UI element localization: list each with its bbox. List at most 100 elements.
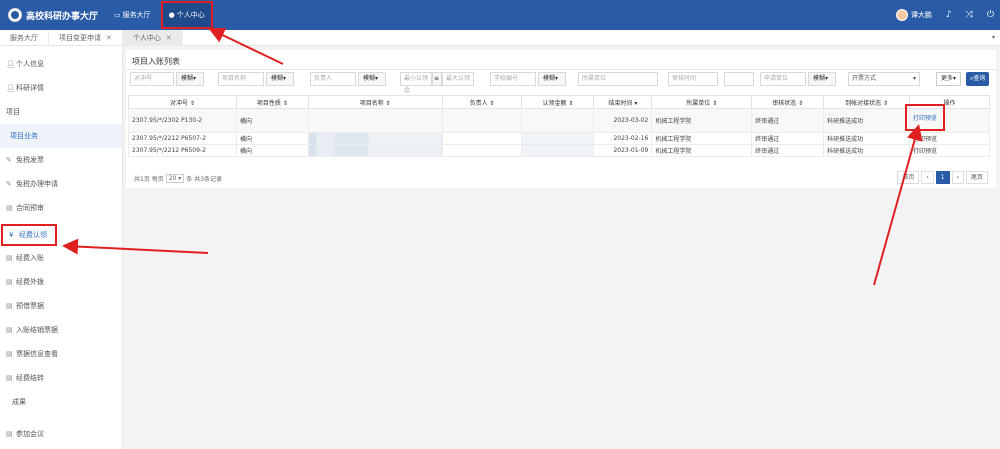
page-size-select[interactable]: 20 ▾ — [165, 174, 185, 183]
nav-personal-center[interactable]: ● 个人中心 — [160, 1, 213, 29]
nav-service-hall-label: 服务大厅 — [122, 11, 151, 19]
mode-label: 模糊 — [543, 75, 556, 82]
invoice-type-select[interactable]: 开票方式 ▾ — [848, 72, 920, 86]
project-name-input[interactable]: 项目名称 — [218, 72, 264, 86]
col-amount[interactable]: 认领金额 ⇕ — [521, 95, 595, 109]
doc-icon: ▤ — [6, 204, 13, 212]
query-button[interactable]: ⌕查询 — [966, 72, 990, 86]
nav-personal-center-label: 个人中心 — [176, 11, 205, 19]
col-type[interactable]: 项目性质 ⇕ — [235, 95, 309, 109]
power-icon[interactable]: ⏻ — [987, 10, 994, 20]
sidebar-item-label: 项目 — [6, 108, 20, 116]
cell-review-link[interactable]: 终审通过 — [751, 132, 825, 145]
table-row[interactable]: 2307.95/*/2212 P6507-2 横向 2023-02-16 机械工… — [128, 132, 990, 145]
pager-info-suffix: 条 共3条记录 — [186, 176, 223, 183]
cell-project-name-redacted — [307, 132, 443, 145]
col-label: 结束时间 — [608, 99, 633, 107]
project-name-mode[interactable]: 模糊▾ — [266, 72, 294, 86]
department-input[interactable]: 申请单位 — [760, 72, 806, 86]
sidebar-item-tax-invoice[interactable]: ✎ 免税发票 — [0, 148, 122, 172]
sidebar-item-label: 项目业务 — [10, 132, 38, 140]
user-menu[interactable]: 谭大鹏 — [895, 9, 932, 21]
col-label: 负责人 — [469, 99, 488, 107]
sidebar-item-fund-carryover[interactable]: ▤ 经费结转 — [0, 366, 122, 390]
shuffle-icon[interactable]: ⤨ — [966, 10, 973, 20]
review-time-end-input[interactable] — [724, 72, 754, 86]
col-project-name[interactable]: 项目名称 ⇕ — [307, 95, 443, 109]
department-mode[interactable]: 模糊▾ — [808, 72, 836, 86]
last-page-button[interactable]: 尾页 — [965, 171, 988, 184]
sidebar-item-prepay-bill[interactable]: ▤ 预借票据 — [0, 294, 122, 318]
more-button[interactable]: 更多▾ — [936, 72, 962, 86]
col-leader[interactable]: 负责人 ⇕ — [441, 95, 523, 109]
tab-bar: 服务大厅 项目变更申请 ✕ 个人中心 ✕ ▾ — [0, 29, 1000, 46]
cell-end-time: 2023-03-02 — [593, 108, 653, 133]
project-table: 对冲号 ⇕ 项目性质 ⇕ 项目名称 ⇕ 负责人 ⇕ 认领金额 ⇕ 结束时间 ▾ … — [128, 95, 990, 157]
close-icon[interactable]: ✕ — [166, 34, 172, 42]
sidebar-item-personal-info[interactable]: 👤︎ 个人信息 — [0, 52, 122, 76]
print-preview-link[interactable]: 打印预览 — [905, 104, 946, 131]
nav-service-hall[interactable]: ▭ 服务大厅 — [108, 0, 157, 30]
sidebar-item-research-detail[interactable]: 👤︎ 科研详情 — [0, 76, 122, 100]
sidebar-item-fund-entry[interactable]: ▤ 经费入账 — [0, 246, 122, 270]
sidebar-item-conference[interactable]: ▤ 参加会议 — [0, 422, 122, 446]
tab-label: 服务大厅 — [10, 33, 38, 42]
tab-label: 项目变更申请 — [59, 33, 101, 42]
cell-amount-redacted — [521, 144, 595, 157]
cell-review-link[interactable]: 终审通过 — [751, 108, 825, 133]
bell-icon[interactable]: ♪ — [946, 10, 952, 20]
max-amount-input[interactable]: 最大认领 — [442, 72, 474, 86]
prev-page-button[interactable]: ‹ — [921, 171, 934, 184]
tab-personal-center[interactable]: 个人中心 ✕ — [122, 29, 183, 46]
mode-label: 模糊 — [363, 75, 376, 82]
doc-icon: ▤ — [6, 374, 13, 382]
close-icon[interactable]: ✕ — [106, 34, 112, 42]
print-preview-link[interactable]: 打印预览 — [909, 144, 990, 157]
app-title: 高校科研办事大厅 — [26, 11, 99, 22]
sidebar-item-fund-transfer[interactable]: ▤ 经费外拨 — [0, 270, 122, 294]
tab-service-hall[interactable]: 服务大厅 — [0, 29, 49, 46]
sidebar-item-bill-info[interactable]: ▤ 票据信息查看 — [0, 342, 122, 366]
account-no-input[interactable]: 对冲号 — [130, 72, 174, 86]
leader-mode[interactable]: 模糊▾ — [358, 72, 386, 86]
school-no-input[interactable]: 学校编号 — [490, 72, 536, 86]
print-preview-link[interactable]: 打印预览 — [909, 132, 990, 145]
pager-info-prefix: 共1页 每页 — [134, 176, 164, 183]
sidebar-group-achievement[interactable]: 成果 — [0, 390, 122, 414]
sidebar-item-settle-bill[interactable]: ▤ 入账结销票据 — [0, 318, 122, 342]
sidebar-item-tax-apply[interactable]: ✎ 免税办理申请 — [0, 172, 122, 196]
sidebar: 👤︎ 个人信息 👤︎ 科研详情 项目 项目业务 ✎ 免税发票 ✎ 免税办理申请 ▤ 合同预… — [0, 46, 123, 449]
col-label: 对冲号 — [169, 99, 188, 107]
doc-icon: ▤ — [6, 430, 13, 438]
pager-info: 共1页 每页 20 ▾ 条 共3条记录 — [134, 174, 222, 183]
next-page-button[interactable]: › — [951, 171, 964, 184]
mode-label: 模糊 — [181, 75, 194, 82]
col-label: 到帐对接状态 — [845, 99, 882, 107]
first-page-button[interactable]: 首页 — [897, 171, 920, 184]
review-time-input[interactable]: 审核时间 — [668, 72, 718, 86]
table-row[interactable]: 2307.95/*/2212 P6509-2 横向 2023-01-09 机械工… — [128, 144, 990, 157]
col-review[interactable]: 审核状态 ⇕ — [751, 95, 825, 109]
tab-project-change[interactable]: 项目变更申请 ✕ — [49, 29, 123, 46]
top-right-tools: 谭大鹏 ♪ ⤨ ⏻ — [895, 0, 994, 30]
min-amount-input[interactable]: 最小认领金 — [400, 72, 432, 94]
chevron-down-icon[interactable]: ▾ — [992, 34, 995, 41]
unit-input[interactable]: 所属单位 — [578, 72, 658, 86]
school-no-mode[interactable]: 模糊▾ — [538, 72, 566, 86]
leader-input[interactable]: 负责人 — [310, 72, 356, 86]
monitor-icon: ▭ — [114, 11, 121, 19]
col-unit[interactable]: 所属单位 ⇕ — [651, 95, 753, 109]
current-page-button[interactable]: 1 — [935, 171, 950, 184]
sidebar-item-project-business[interactable]: 项目业务 — [0, 124, 122, 148]
account-no-mode[interactable]: 模糊▾ — [176, 72, 204, 86]
table-row[interactable]: 2307.95/*/2302 P130-2 横向 2023-03-02 机械工程… — [128, 104, 990, 133]
col-account-no[interactable]: 对冲号 ⇕ — [128, 95, 237, 109]
cell-review-link[interactable]: 终审通过 — [751, 144, 825, 157]
doc-icon: ▤ — [6, 326, 13, 334]
sidebar-item-contract-review[interactable]: ▤ 合同预审 — [0, 196, 122, 220]
sidebar-group-project[interactable]: 项目 — [0, 100, 122, 124]
col-end-time[interactable]: 结束时间 ▾ — [593, 95, 653, 109]
col-status[interactable]: 到帐对接状态 ⇕ — [823, 95, 911, 109]
cell-operation: 打印预览 — [905, 104, 990, 133]
sidebar-item-fund-claim[interactable]: ¥ 经费认领 — [1, 224, 57, 246]
